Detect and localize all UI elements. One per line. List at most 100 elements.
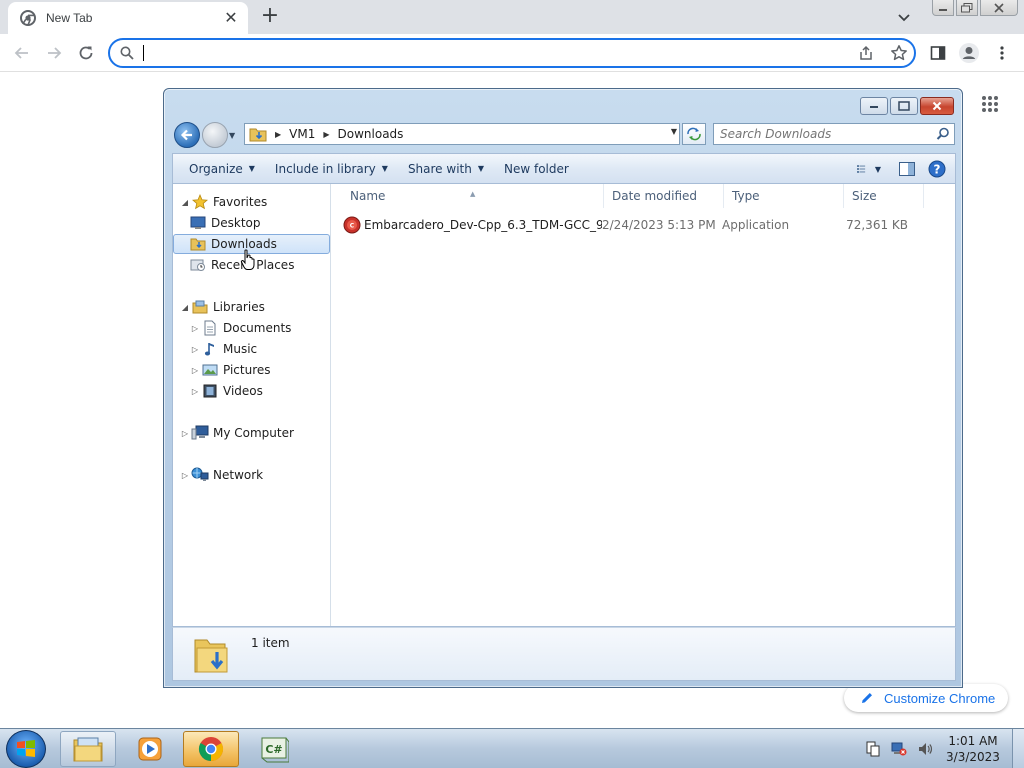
- help-button[interactable]: ?: [925, 158, 949, 180]
- recent-pages-dropdown-icon[interactable]: ▼: [229, 131, 235, 140]
- explorer-window: ▼ ▶ VM1 ▶ Downloads ▼ Organize ▼ Include …: [163, 88, 963, 688]
- share-icon[interactable]: [858, 45, 874, 61]
- close-icon: [932, 101, 942, 111]
- preview-pane-button[interactable]: [895, 158, 919, 180]
- collapsed-arrow-icon[interactable]: ▷: [179, 429, 191, 438]
- restore-button[interactable]: [956, 0, 978, 16]
- bookmark-star-icon[interactable]: [890, 44, 908, 62]
- nav-desktop[interactable]: Desktop: [173, 213, 330, 233]
- collapsed-arrow-icon[interactable]: ▷: [189, 345, 201, 354]
- share-with-menu[interactable]: Share with ▼: [398, 158, 494, 180]
- dropdown-arrow-icon: ▼: [381, 163, 388, 173]
- tab-new-tab[interactable]: New Tab ✕: [8, 2, 248, 34]
- address-bar[interactable]: ▶ VM1 ▶ Downloads ▼: [244, 123, 680, 145]
- folder-library-icon: [73, 737, 103, 762]
- collapsed-arrow-icon[interactable]: ▷: [189, 387, 201, 396]
- music-icon: [201, 341, 219, 357]
- share-with-label: Share with: [407, 161, 472, 176]
- tab-search-chevron-icon[interactable]: [896, 9, 912, 25]
- forward-button[interactable]: [42, 41, 66, 65]
- tab-title: New Tab: [46, 11, 93, 25]
- videos-icon: [201, 383, 219, 399]
- minimize-button[interactable]: [932, 0, 954, 16]
- svg-text:?: ?: [934, 163, 941, 177]
- nav-libraries[interactable]: ◢ Libraries: [173, 297, 330, 317]
- taskbar-chrome[interactable]: [183, 731, 239, 767]
- volume-icon[interactable]: [914, 740, 936, 758]
- profile-button[interactable]: [957, 41, 981, 65]
- omnibox[interactable]: [108, 38, 916, 68]
- customize-chrome-button[interactable]: Customize Chrome: [844, 684, 1008, 712]
- omnibox-input[interactable]: [142, 43, 842, 63]
- column-date-modified-label: Date modified: [612, 189, 698, 203]
- side-panel-button[interactable]: [926, 41, 950, 65]
- new-folder-button[interactable]: New folder: [494, 158, 579, 180]
- reload-button[interactable]: [74, 41, 98, 65]
- dev-cpp-app-icon: C: [342, 215, 362, 235]
- address-dropdown-icon[interactable]: ▼: [671, 127, 677, 136]
- change-view-button[interactable]: ▼: [857, 158, 881, 180]
- arrow-left-icon: [14, 47, 28, 59]
- file-row[interactable]: C Embarcadero_Dev-Cpp_6.3_TDM-GCC_9.... …: [342, 214, 952, 236]
- column-header-type[interactable]: Type: [724, 184, 844, 208]
- refresh-button[interactable]: [682, 123, 706, 145]
- explorer-forward-button[interactable]: [202, 122, 228, 148]
- recent-places-icon: [189, 257, 207, 273]
- show-desktop-button[interactable]: [1012, 729, 1024, 768]
- search-downloads-box[interactable]: [713, 123, 955, 145]
- close-tab-icon[interactable]: ✕: [222, 9, 240, 27]
- collapsed-arrow-icon[interactable]: ▷: [179, 471, 191, 480]
- column-name-label: Name: [350, 189, 386, 203]
- search-downloads-input[interactable]: [714, 124, 924, 144]
- breadcrumb-vm1[interactable]: VM1: [289, 127, 315, 141]
- explorer-window-controls: [858, 97, 954, 115]
- action-center-icon[interactable]: [862, 740, 884, 758]
- nav-videos[interactable]: ▷ Videos: [173, 381, 330, 401]
- profile-avatar-icon: [959, 43, 979, 63]
- desktop-icon: [189, 215, 207, 231]
- explorer-navigation-bar: ▼ ▶ VM1 ▶ Downloads ▼: [172, 121, 956, 149]
- nav-music[interactable]: ▷ Music: [173, 339, 330, 359]
- breadcrumb-downloads[interactable]: Downloads: [338, 127, 404, 141]
- chrome-menu-button[interactable]: [990, 41, 1014, 65]
- google-apps-icon[interactable]: [982, 96, 998, 112]
- help-icon: ?: [928, 160, 946, 178]
- explorer-close-button[interactable]: [920, 97, 954, 115]
- expanded-arrow-icon[interactable]: ◢: [179, 198, 191, 207]
- expanded-arrow-icon[interactable]: ◢: [179, 303, 191, 312]
- customize-chrome-label: Customize Chrome: [884, 690, 996, 706]
- nav-my-computer[interactable]: ▷ My Computer: [173, 423, 330, 443]
- organize-menu[interactable]: Organize ▼: [179, 158, 265, 180]
- nav-documents[interactable]: ▷ Documents: [173, 318, 330, 338]
- column-header-date-modified[interactable]: Date modified: [604, 184, 724, 208]
- nav-pictures[interactable]: ▷ Pictures: [173, 360, 330, 380]
- close-window-button[interactable]: [980, 0, 1018, 16]
- taskbar-clock[interactable]: 1:01 AM 3/3/2023: [940, 733, 1006, 765]
- file-date-modified: 2/24/2023 5:13 PM: [602, 218, 716, 232]
- collapsed-arrow-icon[interactable]: ▷: [189, 366, 201, 375]
- restore-icon: [961, 2, 973, 12]
- back-button[interactable]: [10, 41, 34, 65]
- file-list: Name ▲ Date modified Type Size C Embarca…: [332, 184, 955, 626]
- taskbar-media-player[interactable]: [122, 731, 178, 767]
- nav-favorites[interactable]: ◢ Favorites: [173, 192, 330, 212]
- downloads-folder-large-icon: [194, 639, 228, 673]
- include-in-library-menu[interactable]: Include in library ▼: [265, 158, 398, 180]
- column-header-size[interactable]: Size: [844, 184, 924, 208]
- start-button[interactable]: [6, 730, 46, 768]
- column-header-name[interactable]: Name ▲: [332, 184, 604, 208]
- nav-network[interactable]: ▷ Network: [173, 465, 330, 485]
- network-icon: [191, 467, 209, 483]
- maximize-icon: [898, 101, 910, 111]
- explorer-minimize-button[interactable]: [860, 97, 888, 115]
- taskbar-csharp-app[interactable]: C#: [246, 731, 302, 767]
- search-icon[interactable]: [936, 127, 950, 141]
- view-controls: ▼ ?: [851, 158, 949, 180]
- chrome-tab-strip: New Tab ✕ +: [0, 0, 1024, 34]
- taskbar-explorer[interactable]: [60, 731, 116, 767]
- explorer-maximize-button[interactable]: [890, 97, 918, 115]
- new-tab-button[interactable]: +: [258, 5, 282, 29]
- network-status-icon[interactable]: [888, 740, 910, 758]
- explorer-back-button[interactable]: [174, 122, 200, 148]
- collapsed-arrow-icon[interactable]: ▷: [189, 324, 201, 333]
